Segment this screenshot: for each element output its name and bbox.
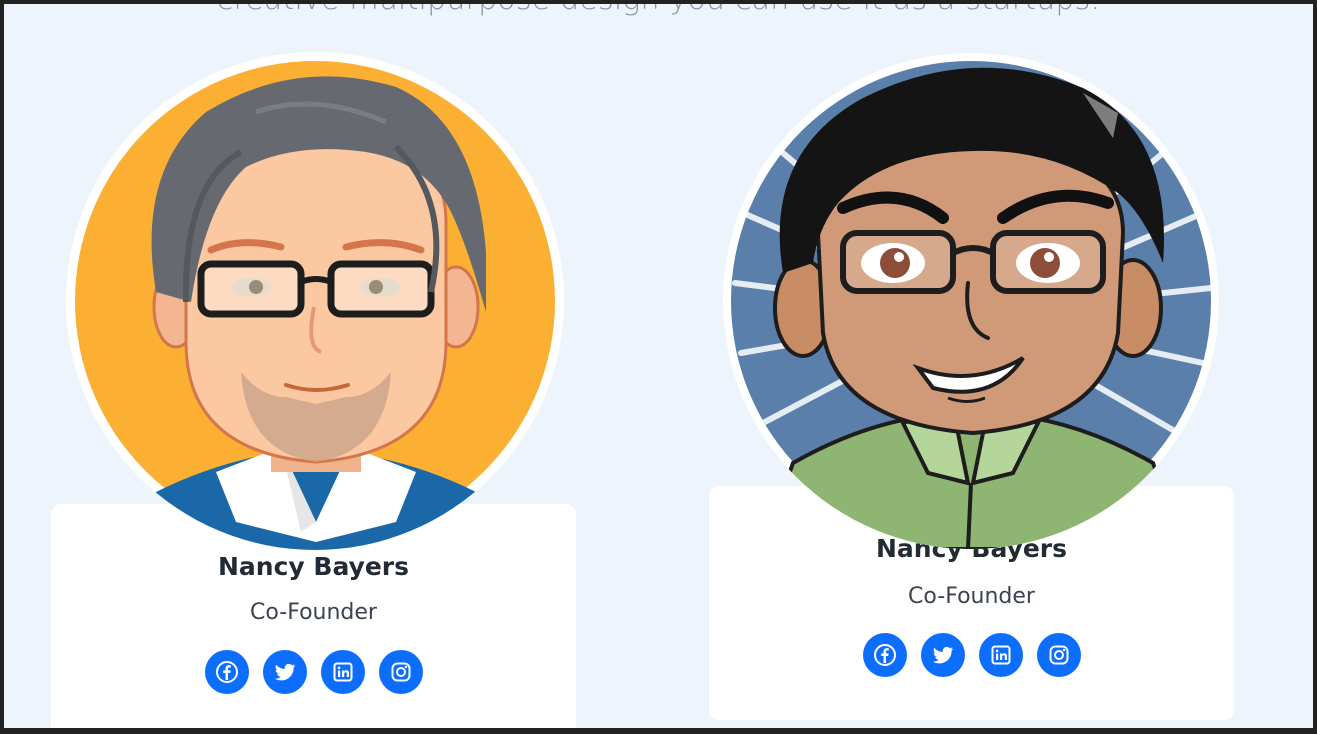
member-avatar: [66, 52, 564, 550]
twitter-link[interactable]: [920, 633, 965, 677]
facebook-icon: [215, 661, 238, 683]
linkedin-icon: [991, 645, 1010, 665]
team-section: creative multipurpose design you can use…: [4, 4, 1313, 728]
cartoon-man-black-hair-glasses-avatar: [731, 61, 1214, 549]
twitter-link[interactable]: [262, 650, 307, 694]
social-links: [51, 650, 576, 694]
member-avatar: [723, 53, 1219, 549]
instagram-link[interactable]: [1036, 633, 1081, 677]
social-links: [709, 633, 1234, 677]
member-name: Nancy Bayers: [217, 552, 410, 581]
linkedin-link[interactable]: [978, 633, 1023, 677]
instagram-icon: [391, 662, 410, 682]
twitter-icon: [932, 646, 954, 664]
facebook-icon: [873, 644, 896, 666]
facebook-link[interactable]: [204, 650, 249, 694]
linkedin-link[interactable]: [320, 650, 365, 694]
facebook-link[interactable]: [862, 633, 907, 677]
section-subtitle: creative multipurpose design you can use…: [4, 4, 1313, 17]
member-role: Co-Founder: [250, 600, 377, 625]
instagram-link[interactable]: [378, 650, 423, 694]
twitter-icon: [274, 663, 296, 681]
member-role: Co-Founder: [908, 584, 1035, 609]
linkedin-icon: [333, 662, 352, 682]
cartoon-man-gray-hair-glasses-avatar: [75, 61, 555, 550]
instagram-icon: [1049, 645, 1068, 665]
